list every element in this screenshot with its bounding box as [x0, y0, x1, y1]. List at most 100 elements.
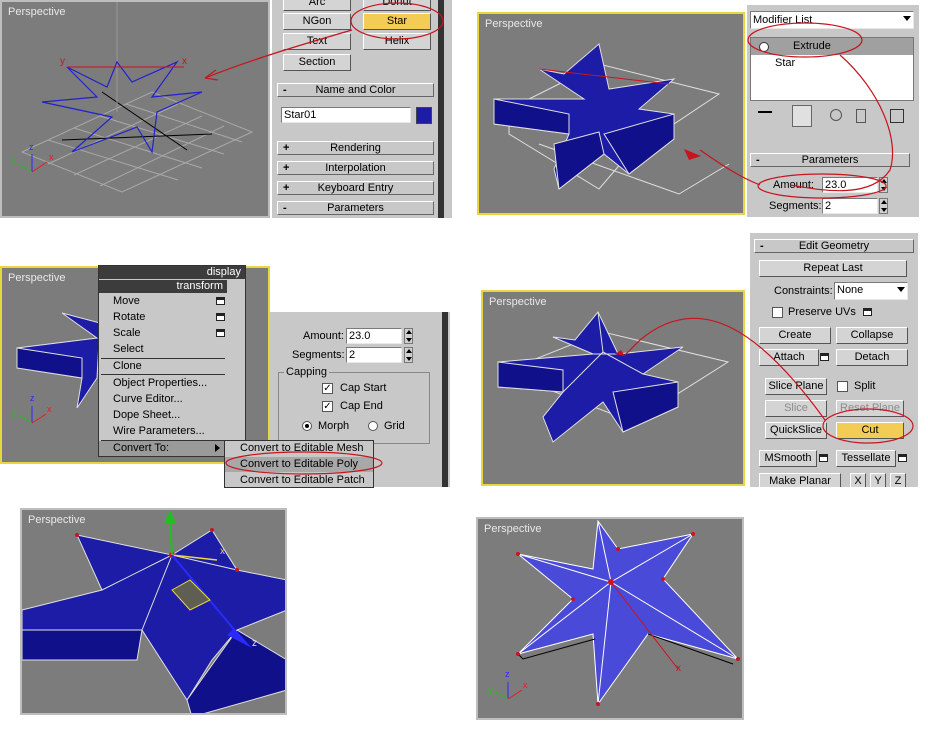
section-button[interactable]: Section [283, 54, 351, 71]
remove-modifier-icon[interactable] [856, 109, 866, 123]
tessellate-settings-icon[interactable] [898, 454, 907, 462]
segments-spinner[interactable] [404, 347, 413, 363]
grid-label: Grid [384, 420, 405, 432]
preserve-uvs-settings-icon[interactable] [863, 308, 872, 316]
menu-item-move[interactable]: Move [113, 295, 140, 307]
morph-radio[interactable] [302, 421, 312, 431]
menu-item-clone[interactable]: Clone [113, 360, 142, 372]
collapse-button[interactable]: Collapse [836, 327, 908, 344]
chevron-down-icon[interactable] [897, 287, 905, 292]
preserve-uvs-checkbox[interactable] [772, 307, 783, 318]
attach-button[interactable]: Attach [759, 349, 819, 366]
morph-label: Morph [318, 420, 350, 432]
amount-spinner[interactable] [404, 328, 413, 344]
axis-tripod [17, 154, 48, 173]
lightbulb-icon[interactable] [759, 42, 769, 52]
make-planar-x-button[interactable]: X [850, 473, 866, 487]
panel-scrollbar[interactable] [438, 0, 444, 218]
axis-tripod [17, 406, 47, 424]
viewport-vertex-move[interactable]: Perspective x z [20, 508, 287, 715]
text-button[interactable]: Text [283, 33, 351, 50]
make-unique-icon[interactable] [830, 109, 842, 121]
create-button[interactable]: Create [759, 327, 831, 344]
ngon-button[interactable]: NGon [283, 13, 351, 30]
show-end-result-icon[interactable] [792, 105, 812, 127]
rollout-rendering[interactable]: + Rendering [277, 141, 434, 155]
amount-field[interactable]: 23.0 [822, 177, 878, 193]
chevron-down-icon[interactable] [903, 16, 911, 21]
menu-item-select[interactable]: Select [113, 343, 144, 355]
move-settings-icon[interactable] [216, 297, 225, 305]
editable-poly-star-graphic [497, 311, 730, 443]
make-planar-button[interactable]: Make Planar [759, 473, 841, 487]
pin-stack-icon[interactable] [758, 111, 772, 113]
rollout-keyboard-entry[interactable]: + Keyboard Entry [277, 181, 434, 195]
menu-item-dope-sheet[interactable]: Dope Sheet... [113, 409, 180, 421]
axis-x-label: x [676, 663, 681, 674]
rollout-interpolation[interactable]: + Interpolation [277, 161, 434, 175]
menu-item-wire-parameters[interactable]: Wire Parameters... [113, 425, 205, 437]
star-button[interactable]: Star [363, 13, 431, 30]
cap-start-checkbox[interactable]: ✓ [322, 383, 333, 394]
axis-y-label: y [60, 56, 65, 67]
menu-item-curve-editor[interactable]: Curve Editor... [113, 393, 183, 405]
slice-plane-button[interactable]: Slice Plane [765, 378, 827, 395]
donut-button[interactable]: Donut [363, 0, 431, 11]
capping-label: Capping [284, 366, 329, 378]
object-color-swatch[interactable] [416, 107, 432, 124]
menu-item-rotate[interactable]: Rotate [113, 311, 145, 323]
viewport-final-star[interactable]: Perspective x x y z [476, 517, 744, 720]
rollout-edit-geometry[interactable]: - Edit Geometry [754, 239, 914, 253]
stack-item-extrude[interactable]: Extrude [751, 38, 913, 55]
repeat-last-button[interactable]: Repeat Last [759, 260, 907, 277]
configure-sets-icon[interactable] [890, 109, 904, 123]
amount-field[interactable]: 23.0 [346, 328, 402, 344]
slice-button[interactable]: Slice [765, 400, 827, 417]
viewport-extruded-star[interactable]: Perspective [477, 12, 745, 215]
segments-field[interactable]: 2 [822, 198, 878, 214]
segments-spinner[interactable] [879, 198, 888, 214]
rollout-parameters[interactable]: - Parameters [277, 201, 434, 215]
object-name-field[interactable]: Star01 [281, 107, 411, 123]
stack-toolbar [750, 105, 914, 129]
panel-scrollbar[interactable] [442, 312, 448, 487]
quad-header-display: display [99, 266, 245, 279]
reset-plane-button[interactable]: Reset Plane [836, 400, 904, 417]
quickslice-button[interactable]: QuickSlice [765, 422, 827, 439]
split-checkbox[interactable] [837, 381, 848, 392]
submenu-arrow-icon [215, 444, 220, 452]
msmooth-button[interactable]: MSmooth [759, 450, 817, 467]
grid-radio[interactable] [368, 421, 378, 431]
rotate-settings-icon[interactable] [216, 313, 225, 321]
viewport-editable-poly[interactable]: Perspective [481, 290, 745, 486]
make-planar-y-button[interactable]: Y [870, 473, 886, 487]
axis-tripod [493, 682, 523, 700]
arc-button[interactable]: Arc [283, 0, 351, 11]
menu-item-scale[interactable]: Scale [113, 327, 141, 339]
amount-spinner[interactable] [879, 177, 888, 193]
submenu-editable-poly[interactable]: Convert to Editable Poly [240, 458, 358, 470]
tripod-x: x [47, 404, 52, 414]
modifier-list-dropdown[interactable]: Modifier List [750, 11, 914, 29]
menu-item-convert-to[interactable]: Convert To: [99, 441, 225, 456]
menu-divider [101, 374, 225, 375]
stack-item-star[interactable]: Star [775, 57, 795, 69]
constraints-label: Constraints: [774, 285, 833, 297]
cut-button[interactable]: Cut [836, 422, 904, 439]
attach-settings-icon[interactable] [820, 353, 829, 361]
scale-settings-icon[interactable] [216, 329, 225, 337]
detach-button[interactable]: Detach [836, 349, 908, 366]
viewport-star-spline[interactable]: Perspective y x x y z [0, 0, 270, 218]
make-planar-z-button[interactable]: Z [890, 473, 906, 487]
rollout-parameters[interactable]: - Parameters [750, 153, 910, 167]
msmooth-settings-icon[interactable] [819, 454, 828, 462]
cap-end-checkbox[interactable]: ✓ [322, 401, 333, 412]
submenu-editable-patch[interactable]: Convert to Editable Patch [240, 474, 365, 486]
segments-field[interactable]: 2 [346, 347, 402, 363]
submenu-editable-mesh[interactable]: Convert to Editable Mesh [240, 442, 364, 454]
tessellate-button[interactable]: Tessellate [836, 450, 896, 467]
helix-button[interactable]: Helix [363, 33, 431, 50]
menu-item-object-properties[interactable]: Object Properties... [113, 377, 207, 389]
constraints-dropdown[interactable]: None [834, 282, 908, 300]
rollout-name-color[interactable]: - Name and Color [277, 83, 434, 97]
